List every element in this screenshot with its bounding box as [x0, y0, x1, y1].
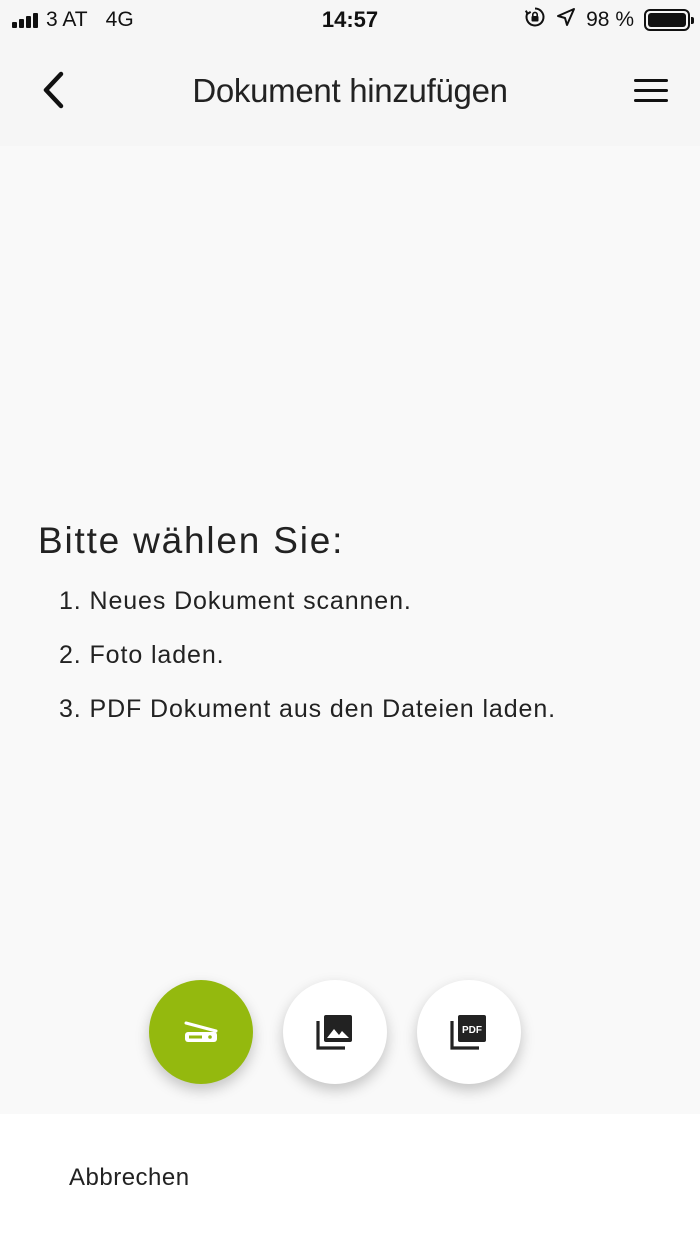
- battery-icon: [644, 9, 694, 31]
- instructions-heading: Bitte wählen Sie:: [38, 520, 345, 561]
- action-buttons: PDF: [149, 980, 521, 1084]
- bottom-sheet: Abbrechen: [0, 1114, 700, 1244]
- load-photo-button[interactable]: [283, 980, 387, 1084]
- scan-document-button[interactable]: [149, 980, 253, 1084]
- status-bar: 3 AT 4G 14:57 98 %: [0, 0, 700, 40]
- step-photo: 2. Foto laden.: [59, 641, 225, 669]
- page-title: Dokument hinzufügen: [192, 72, 508, 109]
- status-right: 98 %: [524, 6, 694, 34]
- load-pdf-button[interactable]: PDF: [417, 980, 521, 1084]
- photo-library-icon: [316, 1015, 352, 1050]
- step-scan: 1. Neues Dokument scannen.: [59, 587, 412, 615]
- nav-header: Dokument hinzufügen: [0, 40, 700, 146]
- cancel-button[interactable]: Abbrechen: [69, 1164, 190, 1192]
- screen: 3 AT 4G 14:57 98 % Dokument hinzufügen B…: [0, 0, 700, 1244]
- scanner-icon: [184, 1021, 218, 1042]
- orientation-lock-icon: [524, 6, 546, 34]
- step-pdf: 3. PDF Dokument aus den Dateien laden.: [59, 695, 556, 723]
- location-arrow-icon: [556, 7, 576, 33]
- hamburger-icon: [634, 78, 668, 82]
- battery-percentage: 98 %: [586, 8, 634, 31]
- instructions: Bitte wählen Sie: 1. Neues Dokument scan…: [38, 520, 678, 746]
- menu-button[interactable]: [634, 70, 674, 110]
- instructions-steps: 1. Neues Dokument scannen. 2. Foto laden…: [38, 584, 678, 746]
- pdf-file-icon: PDF: [450, 1015, 486, 1050]
- pdf-icon-label: PDF: [462, 1025, 482, 1036]
